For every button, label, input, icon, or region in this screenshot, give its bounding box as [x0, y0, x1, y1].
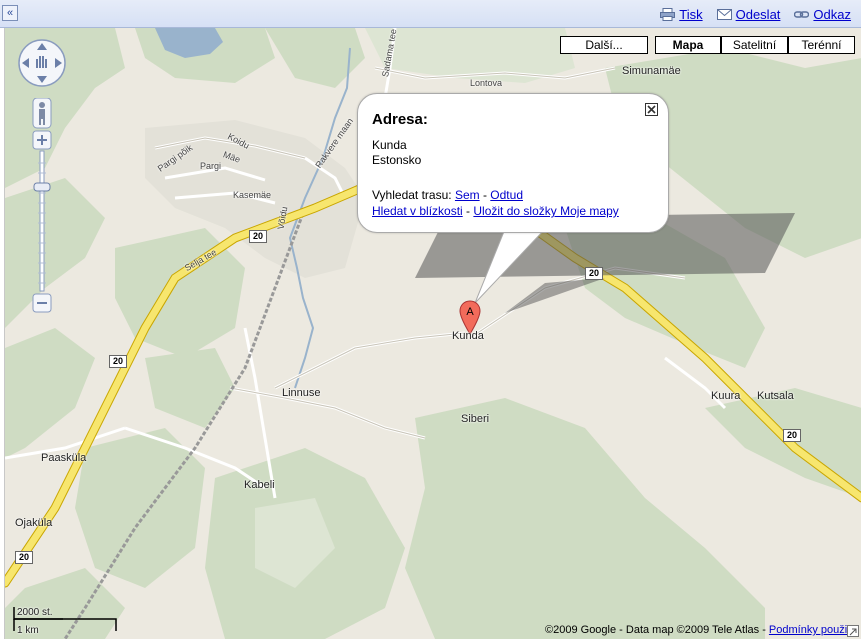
zoom-control[interactable] [32, 98, 52, 313]
map-canvas[interactable]: Lontova Simunamäe Koidu Mäe Pargi põik P… [4, 28, 861, 639]
place-siberi: Siberi [461, 413, 490, 425]
road-shield: 20 [783, 429, 802, 442]
map-type-terrain-button[interactable]: Terénní [788, 36, 855, 54]
link-label[interactable]: Odkaz [813, 7, 851, 22]
chain-link-icon [794, 11, 810, 18]
place-ojakula: Ojaküla [15, 517, 53, 529]
close-icon [647, 105, 656, 114]
marker-letter: A [466, 306, 474, 318]
place-paaskula: Paasküla [41, 452, 87, 464]
send-link[interactable]: Odeslat [716, 7, 781, 22]
print-label[interactable]: Tisk [679, 7, 702, 22]
place-kutsala: Kutsala [757, 390, 794, 402]
printer-icon [660, 8, 676, 21]
road-shield: 20 [249, 230, 268, 243]
copyright-notice: ©2009 Google - Data map ©2009 Tele Atlas… [545, 624, 853, 636]
zoom-out-button[interactable] [32, 293, 52, 313]
infowindow-title: Adresa: [372, 111, 428, 128]
route-line: Vyhledat trasu: Sem - Odtud [372, 188, 523, 202]
pan-control[interactable] [17, 38, 67, 88]
address-line-1: Kunda [372, 138, 407, 152]
actions-line: Hledat v blízkosti - Uložit do složky Mo… [372, 204, 619, 218]
route-from-link[interactable]: Odtud [490, 188, 523, 202]
place-kuura: Kuura [711, 390, 741, 402]
save-to-my-maps-link[interactable]: Uložit do složky Moje mapy [473, 204, 618, 218]
link-link[interactable]: Odkaz [794, 7, 851, 22]
info-window: Adresa: Kunda Estonsko Vyhledat trasu: S… [357, 93, 669, 233]
route-prefix: Vyhledat trasu: [372, 188, 455, 202]
more-button[interactable]: Další... [560, 36, 648, 54]
print-link[interactable]: Tisk [660, 7, 703, 22]
collapse-button[interactable]: « [2, 5, 18, 21]
zoom-slider-handle[interactable] [33, 182, 51, 192]
place-linnuse: Linnuse [282, 387, 321, 399]
place-simunamae: Simunamäe [622, 65, 681, 77]
road-shield: 20 [109, 355, 128, 368]
toolbar-links: Tisk Odeslat Odkaz [660, 7, 851, 22]
search-nearby-link[interactable]: Hledat v blízkosti [372, 204, 463, 218]
envelope-icon [716, 9, 732, 20]
road-shield: 20 [585, 267, 604, 280]
overview-toggle-button[interactable] [847, 625, 859, 637]
scale-top-label: 2000 st. [17, 607, 53, 618]
route-separator: - [479, 188, 491, 202]
place-lontova: Lontova [470, 78, 503, 88]
zoom-slider-track[interactable] [39, 150, 45, 292]
infowindow-tail [474, 228, 547, 304]
road-shield: 20 [15, 551, 34, 564]
zoom-in-button[interactable] [32, 130, 52, 150]
pegman-icon[interactable] [32, 98, 52, 129]
marker-label: Kunda [452, 330, 484, 342]
map-type-map-button[interactable]: Mapa [655, 36, 721, 54]
actions-separator: - [462, 204, 474, 218]
top-toolbar: « Tisk Odeslat Odkaz [0, 0, 861, 28]
route-here-link[interactable]: Sem [455, 188, 480, 202]
close-button[interactable] [645, 103, 658, 116]
expand-arrow-icon [849, 628, 857, 636]
scale-bottom-label: 1 km [17, 625, 39, 636]
place-kabeli: Kabeli [244, 479, 275, 491]
place-kasemae: Kasemäe [233, 190, 272, 200]
map-type-satellite-button[interactable]: Satelitní [721, 36, 788, 54]
send-label[interactable]: Odeslat [736, 7, 781, 22]
terms-of-use-link[interactable]: Podmínky použití [769, 624, 853, 636]
copyright-text: ©2009 Google - Data map ©2009 Tele Atlas… [545, 624, 769, 636]
address-line-2: Estonsko [372, 153, 422, 167]
place-pargi: Pargi [200, 161, 222, 171]
